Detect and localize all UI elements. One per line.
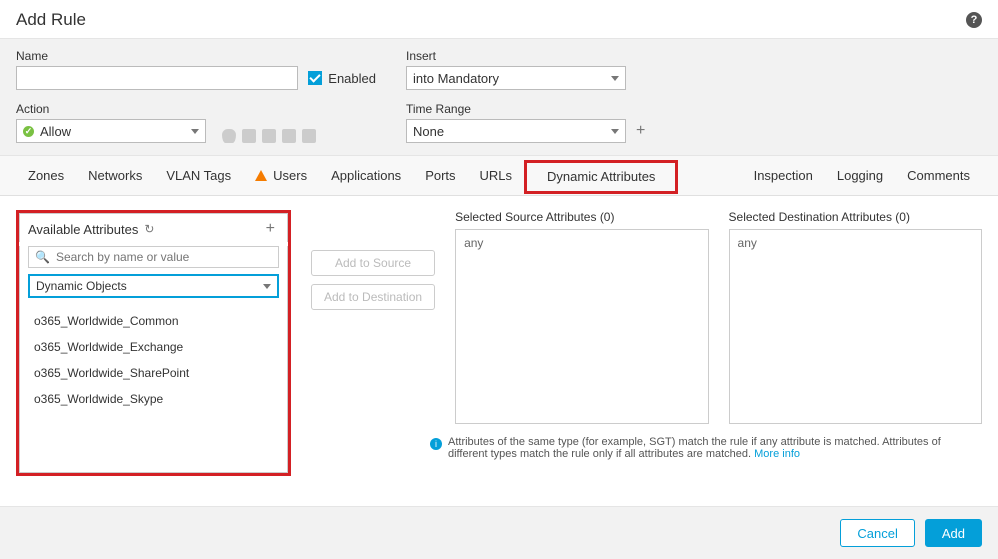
timerange-value: None	[413, 124, 444, 139]
add-attribute-button[interactable]: +	[262, 220, 279, 238]
mid-buttons: Add to Source Add to Destination	[311, 250, 435, 506]
dialog-header: Add Rule ?	[0, 0, 998, 38]
chevron-down-icon	[191, 129, 199, 134]
name-input[interactable]	[16, 66, 298, 90]
available-title: Available Attributes	[28, 222, 138, 237]
action-extra-icons	[216, 129, 316, 143]
tabs-row: Zones Networks VLAN Tags Users Applicati…	[0, 156, 998, 196]
cancel-button[interactable]: Cancel	[840, 519, 914, 547]
tab-users[interactable]: Users	[243, 156, 319, 196]
dialog-footer: Cancel Add	[0, 506, 998, 559]
dialog-title: Add Rule	[16, 10, 966, 30]
tab-dynamic-attributes[interactable]: Dynamic Attributes	[524, 160, 678, 194]
search-input[interactable]	[54, 249, 272, 265]
message-icon	[282, 129, 296, 143]
action-label: Action	[16, 102, 206, 116]
chevron-down-icon	[611, 129, 619, 134]
tab-vlan-tags[interactable]: VLAN Tags	[154, 156, 243, 196]
add-button[interactable]: Add	[925, 519, 982, 547]
tab-urls[interactable]: URLs	[468, 156, 525, 196]
list-item[interactable]: o365_Worldwide_SharePoint	[20, 360, 287, 386]
body: Available Attributes ↻ + 🔍 Dynamic Objec…	[0, 196, 998, 506]
tab-logging[interactable]: Logging	[825, 156, 895, 196]
timerange-label: Time Range	[406, 102, 666, 116]
enabled-checkbox[interactable]: Enabled	[308, 66, 376, 90]
search-input-wrap[interactable]: 🔍	[28, 246, 279, 268]
refresh-icon[interactable]: ↻	[144, 222, 154, 236]
tab-comments[interactable]: Comments	[895, 156, 982, 196]
chevron-down-icon	[263, 284, 271, 289]
action-value: Allow	[40, 124, 71, 139]
tab-ports[interactable]: Ports	[413, 156, 467, 196]
user-icon	[262, 129, 276, 143]
enabled-label: Enabled	[328, 71, 376, 86]
timerange-select[interactable]: None	[406, 119, 626, 143]
log-icon	[302, 129, 316, 143]
insert-select[interactable]: into Mandatory	[406, 66, 626, 90]
form-area: Name Enabled Insert into Mandatory Ac	[0, 38, 998, 156]
shield-icon	[222, 129, 236, 143]
help-icon[interactable]: ?	[966, 12, 982, 28]
tab-applications[interactable]: Applications	[319, 156, 413, 196]
chevron-down-icon	[611, 76, 619, 81]
search-icon: 🔍	[35, 250, 50, 264]
tab-networks[interactable]: Networks	[76, 156, 154, 196]
list-item[interactable]: o365_Worldwide_Exchange	[20, 334, 287, 360]
destination-box[interactable]: any	[729, 229, 982, 424]
source-panel: Selected Source Attributes (0) any i Att…	[455, 210, 708, 506]
insert-value: into Mandatory	[413, 71, 499, 86]
tag-icon	[242, 129, 256, 143]
name-label: Name	[16, 49, 298, 63]
allow-icon: ✓	[23, 126, 34, 137]
add-to-source-button[interactable]: Add to Source	[311, 250, 435, 276]
checkbox-checked-icon	[308, 71, 322, 85]
attribute-list: o365_Worldwide_Common o365_Worldwide_Exc…	[20, 304, 287, 472]
source-title: Selected Source Attributes (0)	[455, 210, 708, 224]
source-placeholder: any	[464, 236, 483, 250]
list-item[interactable]: o365_Worldwide_Skype	[20, 386, 287, 412]
destination-panel: Selected Destination Attributes (0) any	[729, 210, 982, 506]
source-box[interactable]: any	[455, 229, 708, 424]
list-item[interactable]: o365_Worldwide_Common	[20, 308, 287, 334]
attribute-type-value: Dynamic Objects	[36, 279, 127, 293]
more-info-link[interactable]: More info	[754, 448, 800, 460]
insert-label: Insert	[406, 49, 636, 63]
destination-placeholder: any	[738, 236, 757, 250]
add-rule-dialog: Add Rule ? Name Enabled Insert into Mand…	[0, 0, 998, 559]
tab-inspection[interactable]: Inspection	[742, 156, 825, 196]
attribute-type-select[interactable]: Dynamic Objects	[28, 274, 279, 298]
destination-title: Selected Destination Attributes (0)	[729, 210, 982, 224]
tab-zones[interactable]: Zones	[16, 156, 76, 196]
hint-row: i Attributes of the same type (for examp…	[430, 436, 982, 460]
action-select[interactable]: ✓ Allow	[16, 119, 206, 143]
available-attributes-panel: Available Attributes ↻ + 🔍 Dynamic Objec…	[16, 210, 291, 506]
add-timerange-button[interactable]: +	[632, 122, 649, 140]
add-to-destination-button[interactable]: Add to Destination	[311, 284, 435, 310]
hint-text: Attributes of the same type (for example…	[448, 436, 941, 460]
info-icon: i	[430, 438, 442, 450]
